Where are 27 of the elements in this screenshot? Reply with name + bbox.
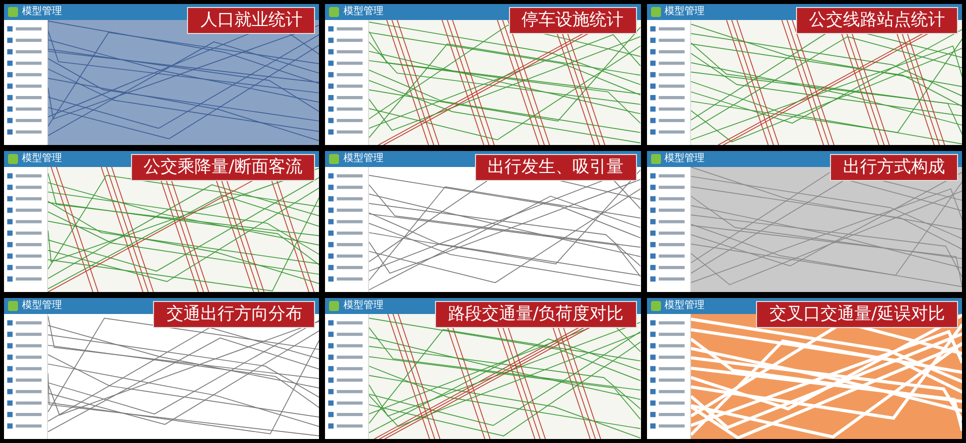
logo-icon — [8, 301, 18, 311]
app-title: 模型管理 — [664, 301, 705, 311]
logo-icon — [329, 301, 340, 311]
logo-icon — [329, 154, 340, 164]
title-banner: 路段交通量/负荷度对比 — [434, 301, 637, 328]
title-banner: 出行方式构成 — [830, 154, 958, 182]
title-banner: 出行发生、吸引量 — [474, 154, 637, 182]
logo-icon — [650, 301, 661, 311]
title-banner: 公交乘降量/断面客流 — [130, 154, 316, 182]
title-banner: 停车设施统计 — [508, 7, 637, 34]
app-title: 模型管理 — [22, 301, 62, 311]
app-title: 模型管理 — [22, 7, 62, 17]
app-title: 模型管理 — [343, 301, 384, 311]
logo-icon — [8, 154, 18, 164]
app-title: 模型管理 — [22, 154, 62, 164]
title-banner: 交通出行方向分布 — [153, 301, 316, 328]
logo-icon — [650, 154, 661, 164]
title-banner: 交叉口交通量/延误对比 — [756, 301, 958, 328]
logo-icon — [329, 7, 340, 17]
app-title: 模型管理 — [664, 154, 705, 164]
logo-icon — [650, 7, 661, 17]
app-title: 模型管理 — [664, 7, 705, 17]
title-banner: 人口就业统计 — [187, 7, 316, 34]
app-title: 模型管理 — [343, 154, 384, 164]
logo-icon — [8, 7, 18, 17]
title-banner: 公交线路站点统计 — [796, 7, 958, 34]
app-title: 模型管理 — [343, 7, 384, 17]
